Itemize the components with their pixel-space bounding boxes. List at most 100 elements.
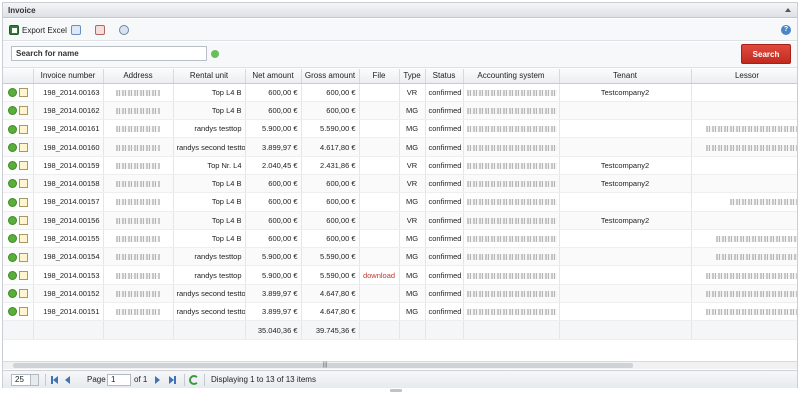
file-cell[interactable]: [359, 247, 400, 267]
check-circle-icon[interactable]: [7, 289, 17, 299]
page-size-select[interactable]: 25: [11, 374, 39, 386]
status-cell: confirmed: [425, 156, 464, 175]
horizontal-scrollbar[interactable]: |||: [3, 361, 797, 369]
note-icon[interactable]: [18, 142, 28, 152]
file-cell[interactable]: download: [359, 265, 400, 285]
new-document-button[interactable]: [71, 23, 81, 37]
gross-amount-cell: 4.647,80 €: [301, 284, 360, 304]
note-icon[interactable]: [18, 270, 28, 280]
note-icon[interactable]: [18, 234, 28, 244]
file-cell[interactable]: [359, 284, 400, 304]
col-header[interactable]: Lessor: [691, 69, 797, 84]
col-header[interactable]: Type: [399, 69, 426, 84]
note-icon[interactable]: [18, 161, 28, 171]
file-cell[interactable]: [359, 83, 400, 102]
type-cell: MG: [399, 137, 426, 157]
check-circle-icon[interactable]: [7, 87, 17, 97]
table-cell: [691, 284, 797, 304]
col-header[interactable]: Tenant: [559, 69, 692, 84]
check-circle-icon[interactable]: [7, 252, 17, 262]
table-row[interactable]: 198_2014.00159 Top Nr. L4 2.040,45 €2.431,…: [3, 156, 797, 175]
collapse-icon[interactable]: [785, 8, 791, 12]
col-header[interactable]: Gross amount: [301, 69, 360, 84]
resize-handle[interactable]: [390, 389, 402, 392]
file-cell[interactable]: [359, 156, 400, 175]
file-cell[interactable]: [359, 211, 400, 230]
table-row[interactable]: 198_2014.00157 Top L4 B 600,00 €600,00 € MG…: [3, 192, 797, 212]
chevron-down-icon[interactable]: [30, 375, 38, 385]
check-circle-icon[interactable]: [7, 234, 17, 244]
note-icon[interactable]: [18, 289, 28, 299]
note-icon[interactable]: [18, 197, 28, 207]
table-row[interactable]: 198_2014.00160 randys second testto 3.899,…: [3, 137, 797, 157]
note-icon[interactable]: [18, 106, 28, 116]
note-icon[interactable]: [18, 179, 28, 189]
clear-search-icon[interactable]: [211, 50, 219, 58]
first-page-button[interactable]: [51, 375, 61, 385]
col-header[interactable]: Rental unit: [173, 69, 246, 84]
check-circle-icon[interactable]: [7, 124, 17, 134]
check-circle-icon[interactable]: [7, 215, 17, 225]
table-cell: [691, 83, 797, 102]
check-circle-icon[interactable]: [7, 197, 17, 207]
redacted-accounting: [466, 107, 557, 114]
search-input[interactable]: [11, 46, 207, 61]
table-row[interactable]: 198_2014.00162 Top L4 B 600,00 €600,00 € MG…: [3, 101, 797, 121]
file-cell[interactable]: [359, 101, 400, 121]
page-number-input[interactable]: 1: [107, 374, 131, 386]
table-cell: [103, 83, 174, 102]
check-circle-icon[interactable]: [7, 106, 17, 116]
gross-amount-cell: 4.647,80 €: [301, 302, 360, 322]
note-icon[interactable]: [18, 87, 28, 97]
note-icon[interactable]: [18, 124, 28, 134]
table-row[interactable]: 198_2014.00163 Top L4 B 600,00 €600,00 € VR…: [3, 83, 797, 102]
refresh-icon[interactable]: [189, 375, 199, 385]
net-amount-cell: 600,00 €: [245, 229, 302, 249]
last-page-button[interactable]: [169, 375, 179, 385]
check-circle-icon[interactable]: [7, 161, 17, 171]
rental-unit-cell: randys second testto: [173, 137, 246, 157]
col-header[interactable]: File: [359, 69, 400, 84]
file-cell[interactable]: [359, 119, 400, 139]
table-cell: [463, 137, 560, 157]
col-header[interactable]: Net amount: [245, 69, 302, 84]
search-button[interactable]: Search: [741, 44, 791, 64]
pager-separator: [204, 374, 205, 386]
table-row[interactable]: 198_2014.00152 randys second testto 3.899,…: [3, 284, 797, 304]
check-circle-icon[interactable]: [7, 307, 17, 317]
note-icon[interactable]: [18, 252, 28, 262]
check-circle-icon[interactable]: [7, 142, 17, 152]
delete-document-button[interactable]: [95, 23, 105, 37]
table-cell: [691, 302, 797, 322]
table-row[interactable]: 198_2014.00161 randys testtop 5.900,00 €5.…: [3, 119, 797, 139]
note-icon[interactable]: [18, 307, 28, 317]
next-page-button[interactable]: [155, 375, 165, 385]
table-row[interactable]: 198_2014.00154 randys testtop 5.900,00 €5.…: [3, 247, 797, 267]
table-cell: [463, 119, 560, 139]
col-header[interactable]: Accounting system: [463, 69, 560, 84]
table-cell: [463, 192, 560, 212]
prev-page-button[interactable]: [65, 375, 75, 385]
help-icon[interactable]: ?: [781, 25, 791, 35]
redacted-lessor: [715, 254, 797, 261]
table-row[interactable]: 198_2014.00156 Top L4 B 600,00 €600,00 € VR…: [3, 211, 797, 230]
table-row[interactable]: 198_2014.00155 Top L4 B 600,00 €600,00 € MG…: [3, 229, 797, 249]
note-icon[interactable]: [18, 215, 28, 225]
export-excel-button[interactable]: Export Excel: [9, 23, 67, 37]
file-cell[interactable]: [359, 302, 400, 322]
table-row[interactable]: 198_2014.00158 Top L4 B 600,00 €600,00 € VR…: [3, 174, 797, 194]
col-header[interactable]: Status: [425, 69, 464, 84]
col-header[interactable]: Invoice number: [33, 69, 104, 84]
file-cell[interactable]: [359, 174, 400, 194]
file-cell[interactable]: [359, 137, 400, 157]
settings-button[interactable]: [119, 23, 129, 37]
check-circle-icon[interactable]: [7, 270, 17, 280]
file-cell[interactable]: [359, 192, 400, 212]
table-cell: [463, 174, 560, 194]
table-row[interactable]: 198_2014.00153 randys testtop 5.900,00 €5.…: [3, 265, 797, 285]
file-cell[interactable]: [359, 229, 400, 249]
invoice-number-cell: 198_2014.00151: [33, 302, 104, 322]
col-header[interactable]: Address: [103, 69, 174, 84]
check-circle-icon[interactable]: [7, 179, 17, 189]
table-row[interactable]: 198_2014.00151 randys second testto 3.899,…: [3, 302, 797, 322]
